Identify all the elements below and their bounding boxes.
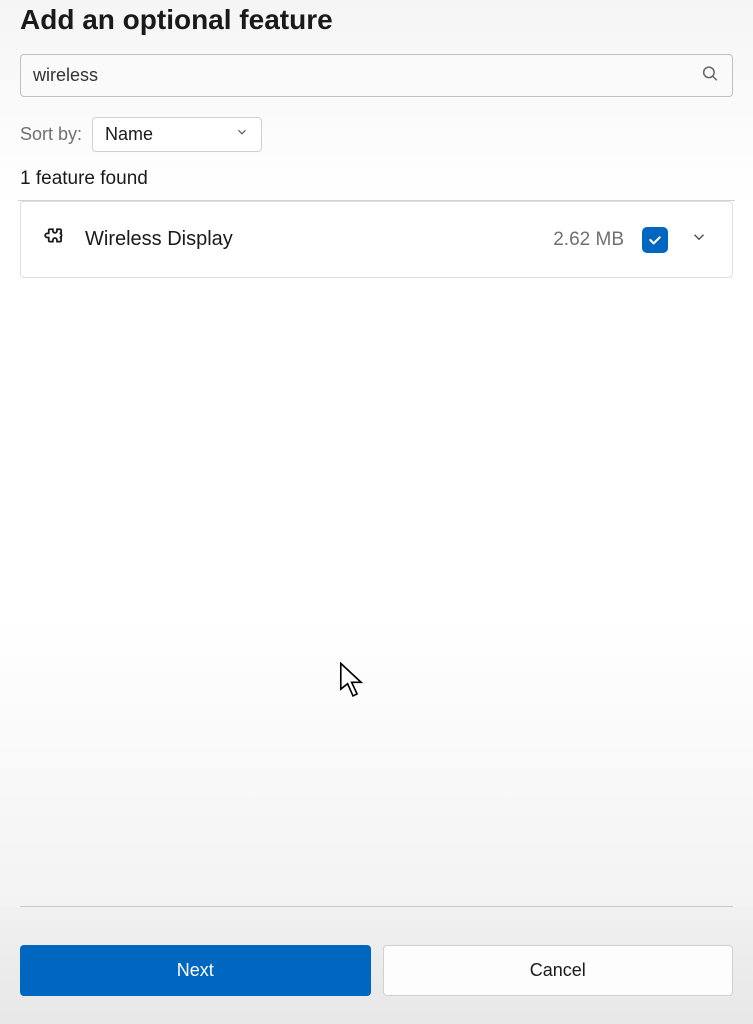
footer: Next Cancel (0, 907, 753, 1024)
search-container (20, 54, 733, 97)
sort-by-label: Sort by: (20, 124, 82, 145)
sort-dropdown[interactable]: Name (92, 117, 262, 152)
feature-name: Wireless Display (85, 228, 535, 251)
sort-value: Name (105, 124, 153, 145)
next-button[interactable]: Next (20, 945, 371, 996)
feature-size: 2.62 MB (553, 229, 624, 251)
result-count: 1 feature found (20, 168, 733, 190)
chevron-down-icon (235, 125, 249, 144)
cancel-button[interactable]: Cancel (383, 945, 734, 996)
feature-checkbox[interactable] (642, 227, 668, 253)
dialog-title: Add an optional feature (20, 4, 733, 36)
search-input[interactable] (20, 54, 733, 97)
puzzle-icon (41, 224, 67, 255)
sort-row: Sort by: Name (20, 117, 733, 152)
chevron-down-icon[interactable] (686, 224, 712, 255)
feature-row[interactable]: Wireless Display 2.62 MB (21, 202, 732, 277)
feature-card: Wireless Display 2.62 MB (20, 201, 733, 278)
